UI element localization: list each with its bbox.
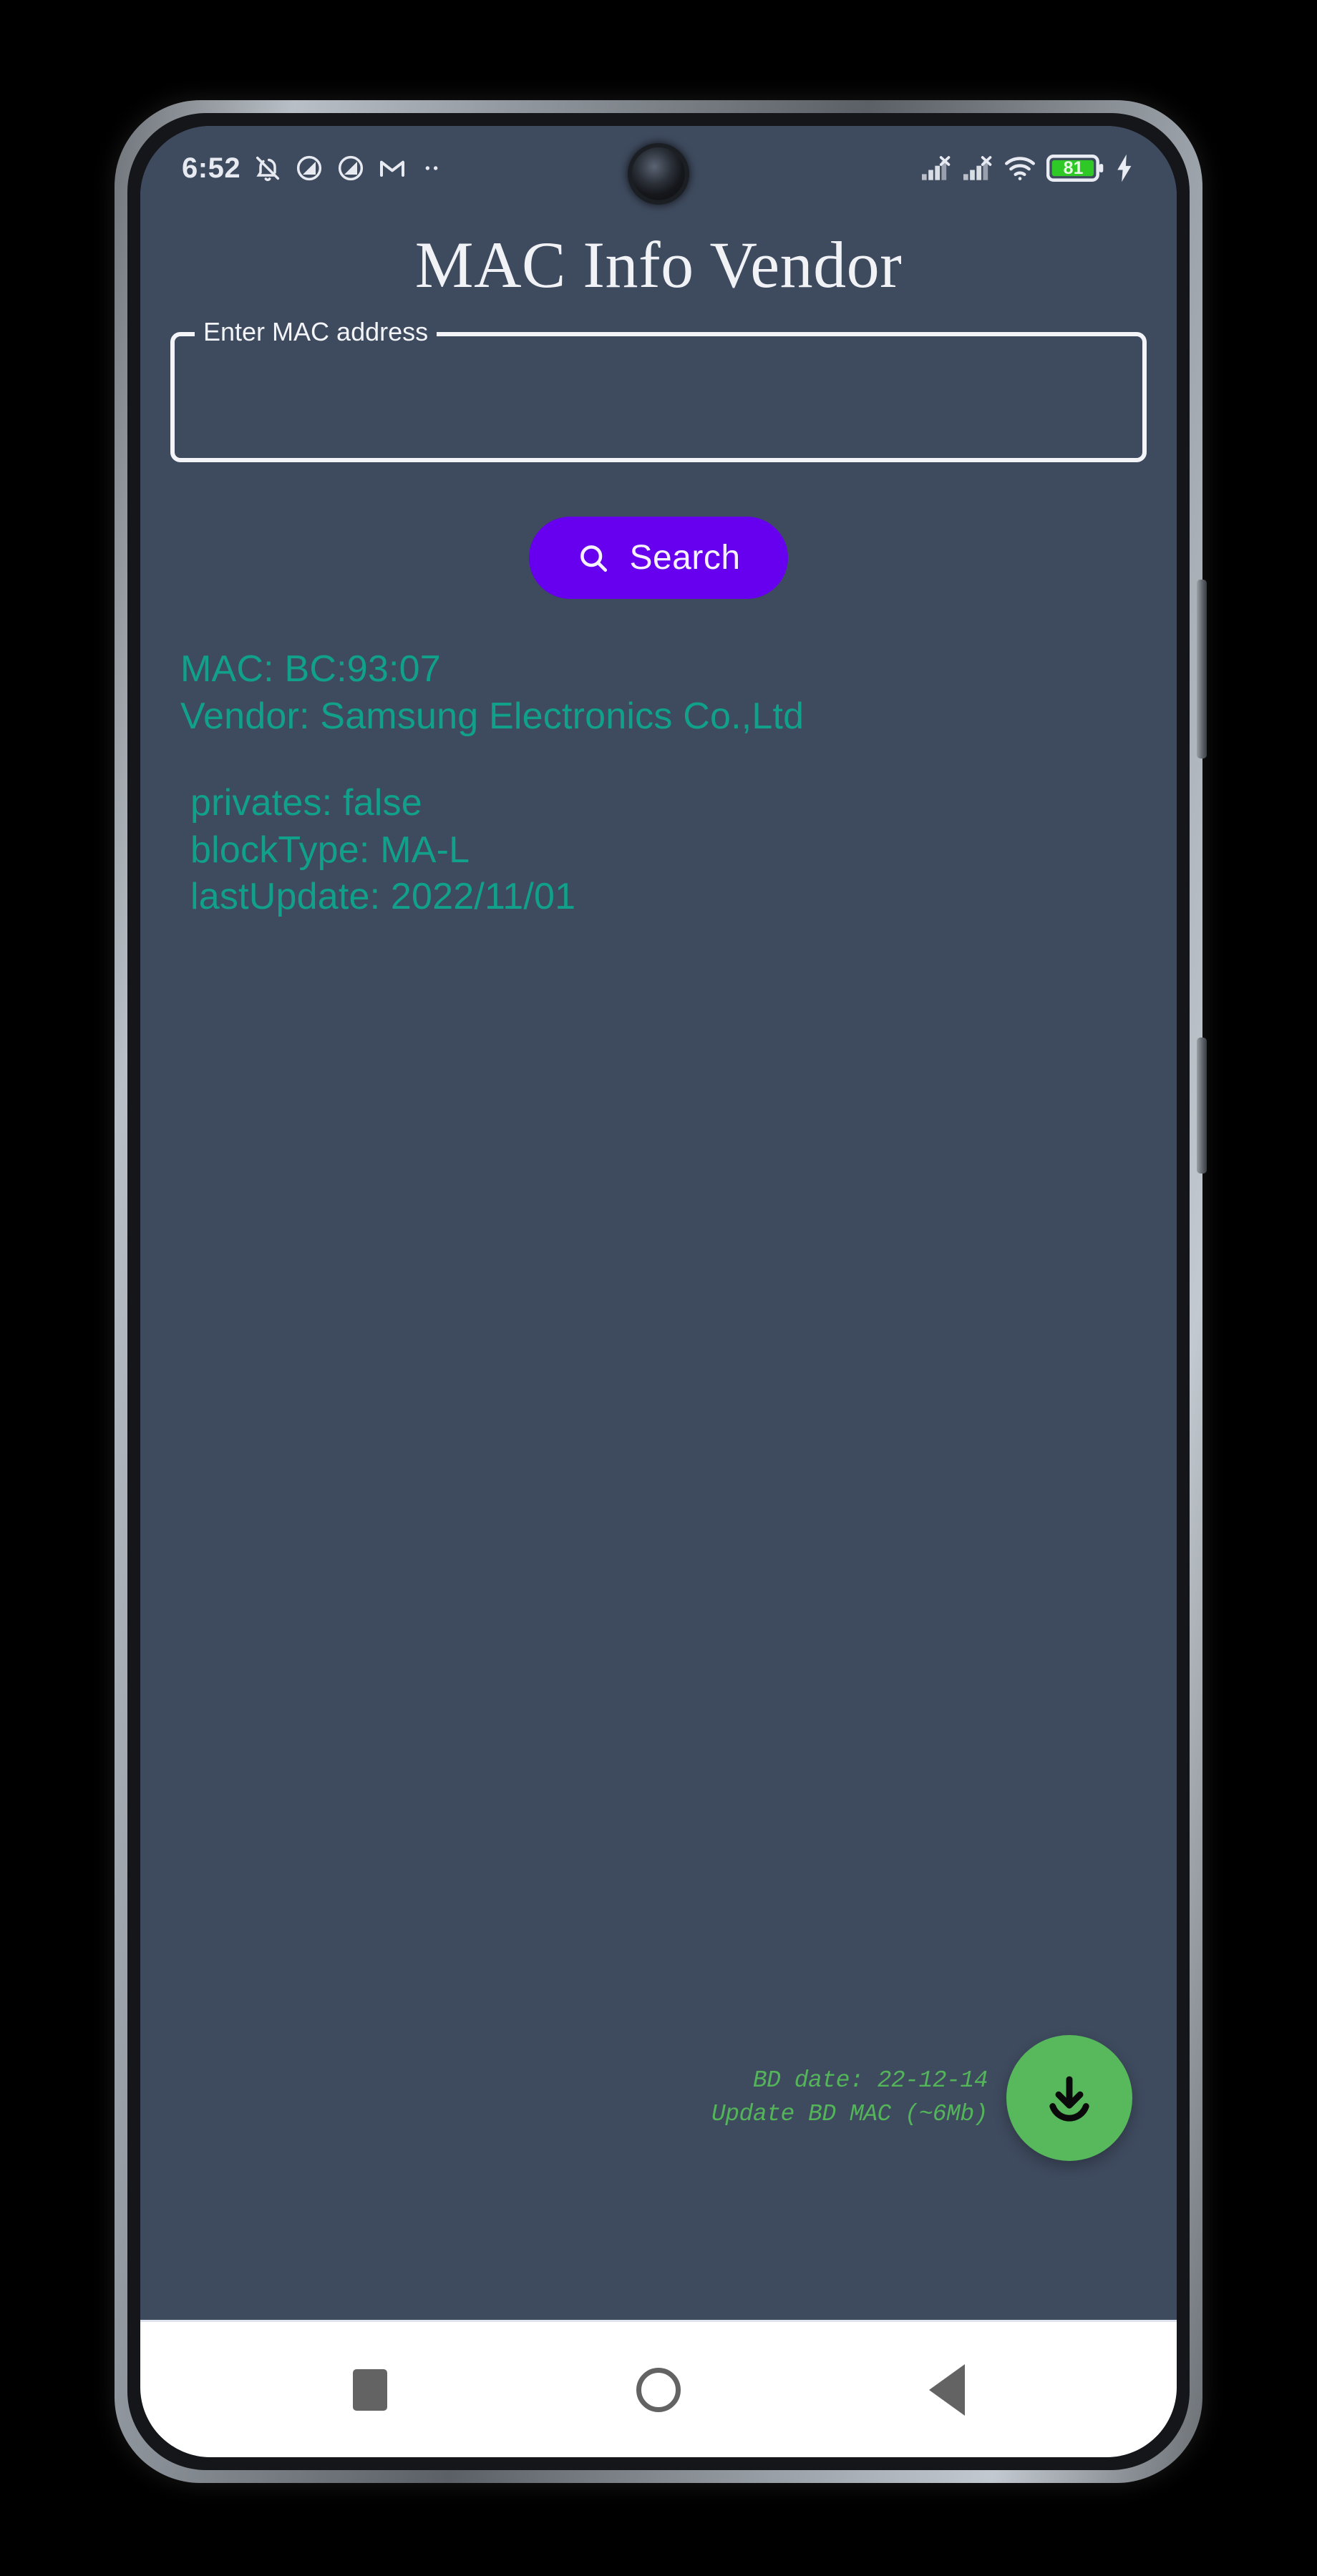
textfield-label-notch: Enter MAC address	[195, 317, 437, 346]
home-circle-icon	[636, 2367, 681, 2412]
mac-address-input[interactable]	[189, 342, 1128, 452]
recents-square-icon	[353, 2368, 388, 2411]
bd-date-label: BD date: 22-12-14	[752, 2067, 988, 2094]
android-nav-bar	[140, 2320, 1177, 2457]
signal-1-no-sim-icon	[920, 154, 952, 182]
more-dots-icon	[419, 156, 444, 180]
database-info: BD date: 22-12-14 Update BD MAC (~6Mb)	[711, 2064, 988, 2132]
result-mac: MAC: BC:93:07	[180, 648, 441, 690]
volume-button[interactable]	[1197, 580, 1207, 758]
notifications-off-icon	[253, 154, 282, 182]
back-triangle-icon	[928, 2363, 965, 2416]
app-content: MAC Info Vendor Enter MAC address Search…	[140, 126, 1177, 2320]
result-blocktype: blockType: MA-L	[190, 829, 470, 871]
front-camera-icon	[632, 147, 685, 200]
result-lastupdate: lastUpdate: 2022/11/01	[190, 876, 576, 918]
results-spacer	[180, 740, 1137, 780]
battery-percent-label: 81	[1063, 157, 1084, 178]
result-privates: privates: false	[190, 782, 422, 824]
battery-icon: 81	[1046, 153, 1104, 183]
recents-button[interactable]	[327, 2347, 413, 2433]
do-not-disturb-icon	[295, 154, 324, 182]
search-button[interactable]: Search	[529, 517, 788, 599]
power-button[interactable]	[1197, 1038, 1207, 1174]
result-vendor: Vendor: Samsung Electronics Co.,Ltd	[180, 695, 805, 737]
search-button-label: Search	[629, 539, 741, 577]
charging-bolt-icon	[1114, 153, 1135, 183]
search-results: MAC: BC:93:07 Vendor: Samsung Electronic…	[180, 646, 1137, 921]
screenshot-root: 6:52 81 MAC Info Vendor Enter MAC addres…	[0, 0, 1317, 2576]
phone-screen: 6:52 81 MAC Info Vendor Enter MAC addres…	[140, 126, 1177, 2457]
database-bar: BD date: 22-12-14 Update BD MAC (~6Mb)	[140, 2035, 1177, 2161]
mac-address-field[interactable]: Enter MAC address	[170, 319, 1147, 462]
search-icon	[576, 541, 611, 575]
update-bd-label[interactable]: Update BD MAC (~6Mb)	[711, 2098, 988, 2132]
download-icon	[1040, 2069, 1099, 2127]
home-button[interactable]	[616, 2347, 701, 2433]
back-button[interactable]	[904, 2347, 990, 2433]
status-clock: 6:52	[182, 152, 241, 184]
do-not-disturb-icon	[336, 154, 365, 182]
status-bar-right: 81	[920, 153, 1135, 183]
mac-address-label: Enter MAC address	[203, 317, 429, 346]
download-database-button[interactable]	[1006, 2035, 1132, 2161]
wifi-icon	[1003, 154, 1036, 182]
gmail-icon	[378, 154, 407, 182]
search-button-row: Search	[140, 517, 1177, 599]
signal-2-no-sim-icon	[962, 154, 993, 182]
status-bar-left: 6:52	[182, 152, 444, 185]
page-title: MAC Info Vendor	[414, 228, 903, 301]
